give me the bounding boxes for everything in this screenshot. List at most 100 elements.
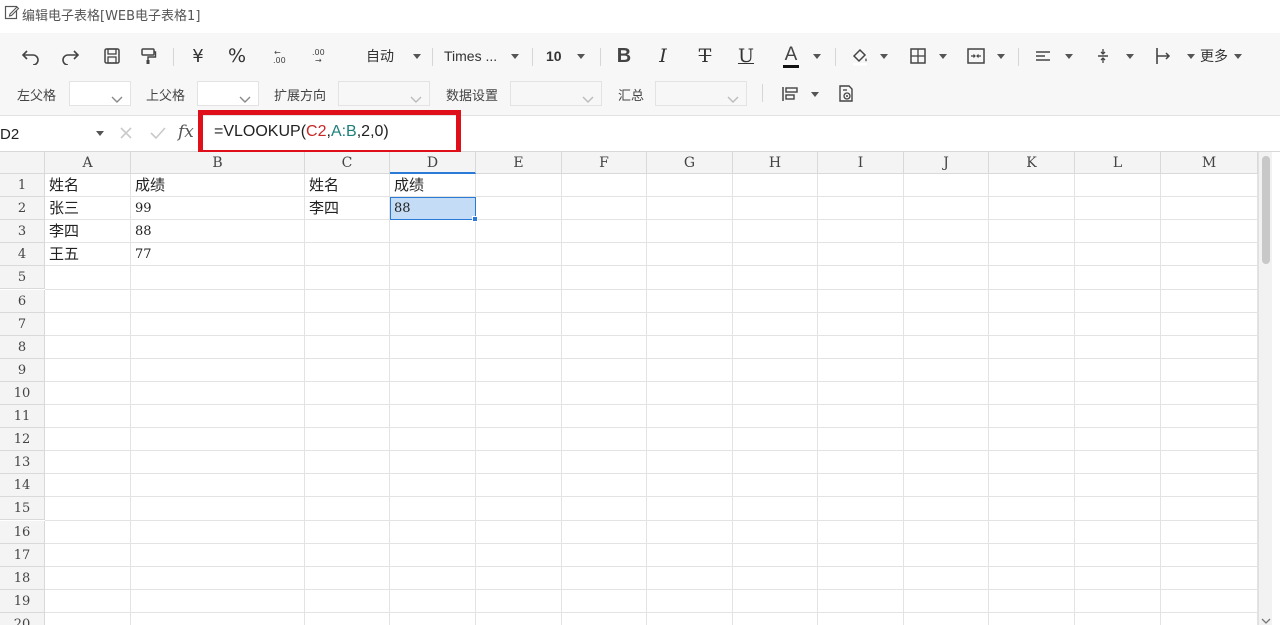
horizontal-align-button[interactable] <box>1030 39 1056 73</box>
chevron-down-icon <box>997 54 1005 59</box>
up-parent-select[interactable] <box>197 81 259 106</box>
scroll-down-icon[interactable] <box>1261 610 1271 625</box>
up-parent-label: 上父格 <box>146 89 186 104</box>
cell-c1[interactable]: 姓名 <box>305 174 390 197</box>
cell-b4[interactable]: 77 <box>131 243 305 266</box>
column-header-j[interactable]: J <box>904 152 989 174</box>
chevron-down-icon <box>511 54 519 59</box>
check-icon[interactable] <box>149 125 167 145</box>
merge-cells-icon <box>966 47 986 65</box>
cell-b2[interactable]: 99 <box>131 197 305 220</box>
undo-button[interactable] <box>18 39 44 73</box>
font-size-select[interactable]: 10 <box>546 42 576 70</box>
decrease-decimal-button[interactable]: .00 → <box>306 39 332 73</box>
column-header-k[interactable]: K <box>989 152 1075 174</box>
row-header-6[interactable]: 6 <box>0 289 45 313</box>
number-format-select[interactable]: 自动 <box>360 39 400 73</box>
row-header-1[interactable]: 1 <box>0 174 45 198</box>
currency-button[interactable]: ¥ <box>185 39 211 73</box>
row-header-15[interactable]: 15 <box>0 497 45 521</box>
column-header-f[interactable]: F <box>562 152 647 174</box>
vertical-scrollbar[interactable] <box>1258 152 1272 625</box>
grid-line <box>45 357 1258 359</box>
row-header-19[interactable]: 19 <box>0 589 45 613</box>
borders-icon <box>909 47 927 65</box>
underline-icon: U <box>737 45 754 67</box>
cell-a3[interactable]: 李四 <box>45 220 131 243</box>
data-setting-select[interactable] <box>510 81 602 106</box>
row-header-18[interactable]: 18 <box>0 566 45 590</box>
left-parent-select[interactable] <box>69 81 131 106</box>
name-box[interactable]: D2 <box>0 117 110 151</box>
toolbar-divider <box>600 48 601 66</box>
cell-a2[interactable]: 张三 <box>45 197 131 220</box>
spreadsheet-grid[interactable]: A B C D E F G H I J K L M 1 2 3 4 5 6 7 8 9 10 11 12 13 14 15 16 17 18… <box>0 152 1258 625</box>
increase-decimal-button[interactable]: ← .00 <box>267 39 293 73</box>
percent-button[interactable]: % <box>224 39 250 73</box>
column-header-c[interactable]: C <box>305 152 390 174</box>
row-header-14[interactable]: 14 <box>0 474 45 498</box>
save-button[interactable] <box>99 39 125 73</box>
italic-button[interactable]: I <box>650 39 676 73</box>
row-header-10[interactable]: 10 <box>0 381 45 405</box>
chevron-down-icon <box>239 89 251 108</box>
cell-b1[interactable]: 成绩 <box>131 174 305 197</box>
formula-bar: D2 fx =VLOOKUP(C2,A:B,2,0) <box>0 110 1280 155</box>
column-header-b[interactable]: B <box>131 152 305 174</box>
close-icon[interactable] <box>118 125 134 145</box>
column-width-button[interactable] <box>1150 39 1176 73</box>
strikethrough-button[interactable]: T <box>692 39 718 73</box>
underline-button[interactable]: U <box>733 39 759 73</box>
select-all-corner[interactable] <box>0 152 45 174</box>
row-header-4[interactable]: 4 <box>0 243 45 267</box>
bold-button[interactable]: B <box>611 39 637 73</box>
redo-button[interactable] <box>57 39 83 73</box>
column-header-m[interactable]: M <box>1161 152 1258 174</box>
toolbar-divider <box>762 84 763 102</box>
toolbar-divider <box>173 48 174 66</box>
chevron-down-icon <box>1234 54 1242 59</box>
row-header-8[interactable]: 8 <box>0 335 45 359</box>
cell-attribute-button[interactable] <box>777 77 803 111</box>
expand-direction-select[interactable] <box>338 81 430 106</box>
row-header-17[interactable]: 17 <box>0 543 45 567</box>
column-header-i[interactable]: I <box>818 152 904 174</box>
merge-cells-button[interactable] <box>963 39 989 73</box>
column-header-e[interactable]: E <box>476 152 562 174</box>
cell-c2[interactable]: 李四 <box>305 197 390 220</box>
row-header-12[interactable]: 12 <box>0 428 45 452</box>
row-header-5[interactable]: 5 <box>0 266 45 290</box>
cell-b3[interactable]: 88 <box>131 220 305 243</box>
row-header-7[interactable]: 7 <box>0 312 45 336</box>
chevron-down-icon <box>813 54 821 59</box>
row-header-2[interactable]: 2 <box>0 197 45 221</box>
row-header-11[interactable]: 11 <box>0 405 45 429</box>
row-header-3[interactable]: 3 <box>0 220 45 244</box>
grid-line <box>45 565 1258 567</box>
cell-a4[interactable]: 王五 <box>45 243 131 266</box>
row-header-9[interactable]: 9 <box>0 358 45 382</box>
font-color-button[interactable]: A <box>778 39 804 73</box>
row-header-20[interactable]: 20 <box>0 612 45 625</box>
column-header-d[interactable]: D <box>390 152 476 174</box>
column-header-l[interactable]: L <box>1075 152 1161 174</box>
toolbar-divider <box>1018 48 1019 66</box>
format-painter-button[interactable] <box>135 39 161 73</box>
fill-color-button[interactable] <box>847 39 873 73</box>
summary-label: 汇总 <box>618 89 645 104</box>
vertical-align-button[interactable] <box>1090 39 1116 73</box>
row-header-13[interactable]: 13 <box>0 451 45 475</box>
row-header-16[interactable]: 16 <box>0 520 45 544</box>
cell-d2[interactable]: 88 <box>390 197 476 220</box>
scrollbar-thumb[interactable] <box>1262 156 1270 264</box>
column-header-g[interactable]: G <box>647 152 733 174</box>
column-header-h[interactable]: H <box>733 152 818 174</box>
borders-button[interactable] <box>905 39 931 73</box>
bold-icon: B <box>616 44 632 67</box>
column-header-a[interactable]: A <box>45 152 131 174</box>
cell-d1[interactable]: 成绩 <box>390 174 476 197</box>
report-settings-button[interactable] <box>833 77 859 111</box>
cell-a1[interactable]: 姓名 <box>45 174 131 197</box>
summary-select[interactable] <box>655 81 747 106</box>
more-button[interactable]: 更多 <box>1197 39 1231 73</box>
